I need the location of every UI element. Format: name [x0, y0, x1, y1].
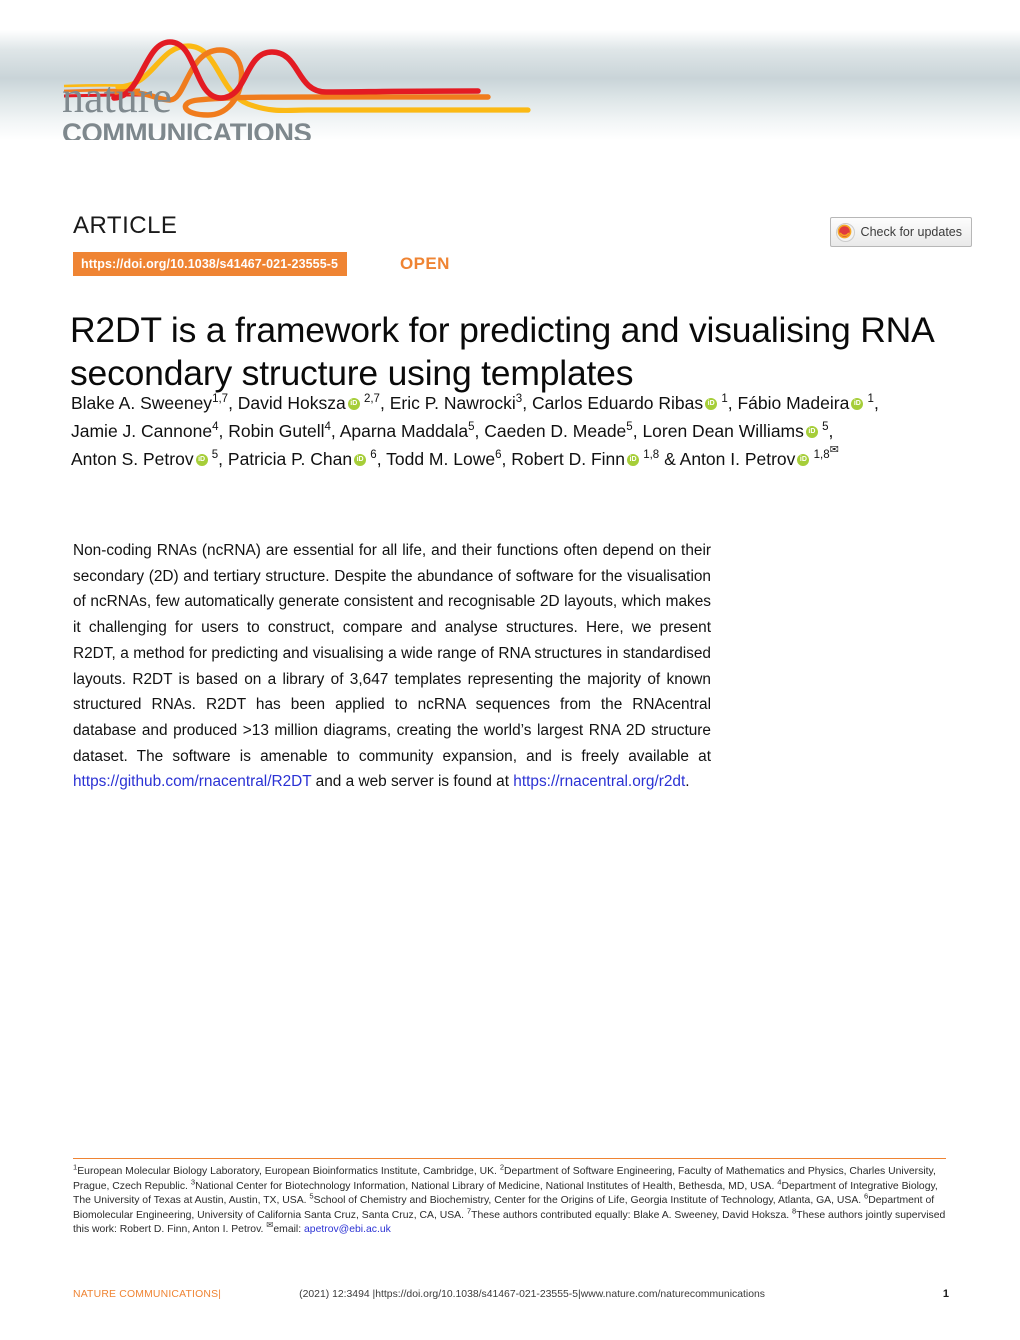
check-for-updates-button[interactable]: Check for updates — [829, 217, 972, 247]
affiliation-text: National Center for Biotechnology Inform… — [195, 1180, 778, 1192]
author-name: Patricia P. Chan — [227, 449, 353, 469]
abstract-body: Non-coding RNAs (ncRNA) are essential fo… — [73, 542, 711, 765]
author-separator: , — [218, 449, 228, 469]
email-label: email: — [273, 1224, 302, 1236]
author-line-1: Blake A. Sweeney1,7, David Hoksza 2,7, E… — [71, 389, 951, 417]
author-name: David Hoksza — [237, 393, 346, 413]
author-affiliation-marker: 6 — [367, 449, 377, 462]
footer-doi: https://doi.org/10.1038/s41467-021-23555… — [375, 1289, 579, 1300]
rnacentral-link[interactable]: https://rnacentral.org/r2dt — [513, 773, 685, 790]
doi-badge[interactable]: https://doi.org/10.1038/s41467-021-23555… — [73, 252, 348, 276]
affiliation-text: School of Chemistry and Biochemistry, Ce… — [313, 1195, 865, 1207]
abstract-end: . — [685, 773, 690, 791]
corresponding-author-envelope-icon[interactable]: ✉ — [830, 444, 839, 456]
author-name: Blake A. Sweeney — [71, 393, 213, 413]
orcid-icon[interactable] — [354, 454, 367, 466]
author-separator: , — [330, 421, 340, 441]
orcid-icon[interactable] — [851, 398, 864, 410]
article-page: ARTICLE Check for updates https://doi.or… — [0, 0, 1020, 1340]
author-name: Anton S. Petrov — [71, 449, 194, 469]
author-affiliation-marker: 1 — [864, 393, 874, 406]
orcid-icon[interactable] — [195, 454, 208, 466]
author-line-3: Anton S. Petrov 5, Patricia P. Chan 6, T… — [71, 445, 951, 473]
author-name: Anton I. Petrov — [679, 449, 796, 469]
author-affiliation-marker: 5 — [208, 449, 219, 462]
article-type-label: ARTICLE — [73, 212, 178, 239]
author-name: Carlos Eduardo Ribas — [531, 393, 704, 413]
orcid-icon[interactable] — [805, 426, 818, 438]
abstract-middle: and a web server is found at — [311, 773, 514, 791]
author-name: Robin Gutell — [228, 421, 325, 441]
author-affiliation-marker: 1,8 — [640, 449, 660, 462]
author-name: Robert D. Finn — [511, 449, 626, 469]
author-separator: , — [632, 421, 643, 441]
affiliation-text: These authors contributed equally: Blake… — [471, 1209, 793, 1221]
abstract-text: Non-coding RNAs (ncRNA) are essential fo… — [73, 538, 711, 795]
author-name: Eric P. Nawrocki — [389, 393, 516, 413]
author-separator: , — [873, 393, 879, 413]
author-affiliation-marker: 2,7 — [360, 393, 380, 406]
orcid-icon[interactable] — [627, 454, 640, 466]
corresponding-email-link[interactable]: apetrov@ebi.ac.uk — [304, 1224, 391, 1235]
author-name: Jamie J. Cannone — [71, 421, 213, 441]
author-name: Loren Dean Williams — [642, 421, 804, 441]
author-affiliation-marker: 1,8✉ — [810, 444, 839, 462]
footer-site: www.nature.com/naturecommunications — [580, 1289, 765, 1300]
affiliations-divider — [73, 1158, 946, 1159]
author-separator: , — [727, 393, 738, 413]
author-separator: & — [659, 449, 680, 469]
author-separator: , — [474, 421, 485, 441]
footer-journal-brand: NATURE COMMUNICATIONS — [73, 1289, 219, 1300]
affiliations-block: 1European Molecular Biology Laboratory, … — [73, 1163, 949, 1238]
author-name: Caeden D. Meade — [484, 421, 627, 441]
author-separator: , — [379, 393, 390, 413]
author-name: Todd M. Lowe — [386, 449, 496, 469]
open-access-label: OPEN — [400, 254, 450, 273]
author-separator: , — [228, 393, 238, 413]
footer-page-number: 1 — [942, 1288, 949, 1300]
affiliation-text: European Molecular Biology Laboratory, E… — [77, 1166, 500, 1177]
author-name: Fábio Madeira — [737, 393, 850, 413]
orcid-icon[interactable] — [705, 398, 718, 410]
footer-citation: (2021) 12:3494 |https://doi.org/10.1038/… — [299, 1289, 765, 1300]
orcid-icon[interactable] — [797, 454, 810, 466]
footer-brand-separator: | — [218, 1289, 222, 1300]
check-for-updates-label: Check for updates — [860, 225, 962, 239]
author-affiliation-marker: 1 — [718, 393, 728, 406]
crossmark-icon — [835, 222, 855, 242]
orcid-icon[interactable] — [347, 398, 360, 410]
author-list: Blake A. Sweeney1,7, David Hoksza 2,7, E… — [71, 389, 951, 473]
author-separator: , — [522, 393, 532, 413]
author-name: Aparna Maddala — [339, 421, 469, 441]
author-line-2: Jamie J. Cannone4, Robin Gutell4, Aparna… — [71, 417, 951, 445]
author-separator: , — [376, 449, 387, 469]
author-separator: , — [218, 421, 229, 441]
github-link[interactable]: https://github.com/rnacentral/R2DT — [73, 773, 311, 790]
author-separator: , — [828, 421, 834, 441]
article-title: R2DT is a framework for predicting and v… — [70, 309, 933, 393]
author-affiliation-marker: 1,7 — [212, 393, 229, 406]
page-footer: NATURE COMMUNICATIONS | (2021) 12:3494 |h… — [73, 1288, 949, 1300]
footer-citation-volume: (2021) 12:3494 — [299, 1289, 370, 1300]
author-separator: , — [501, 449, 512, 469]
